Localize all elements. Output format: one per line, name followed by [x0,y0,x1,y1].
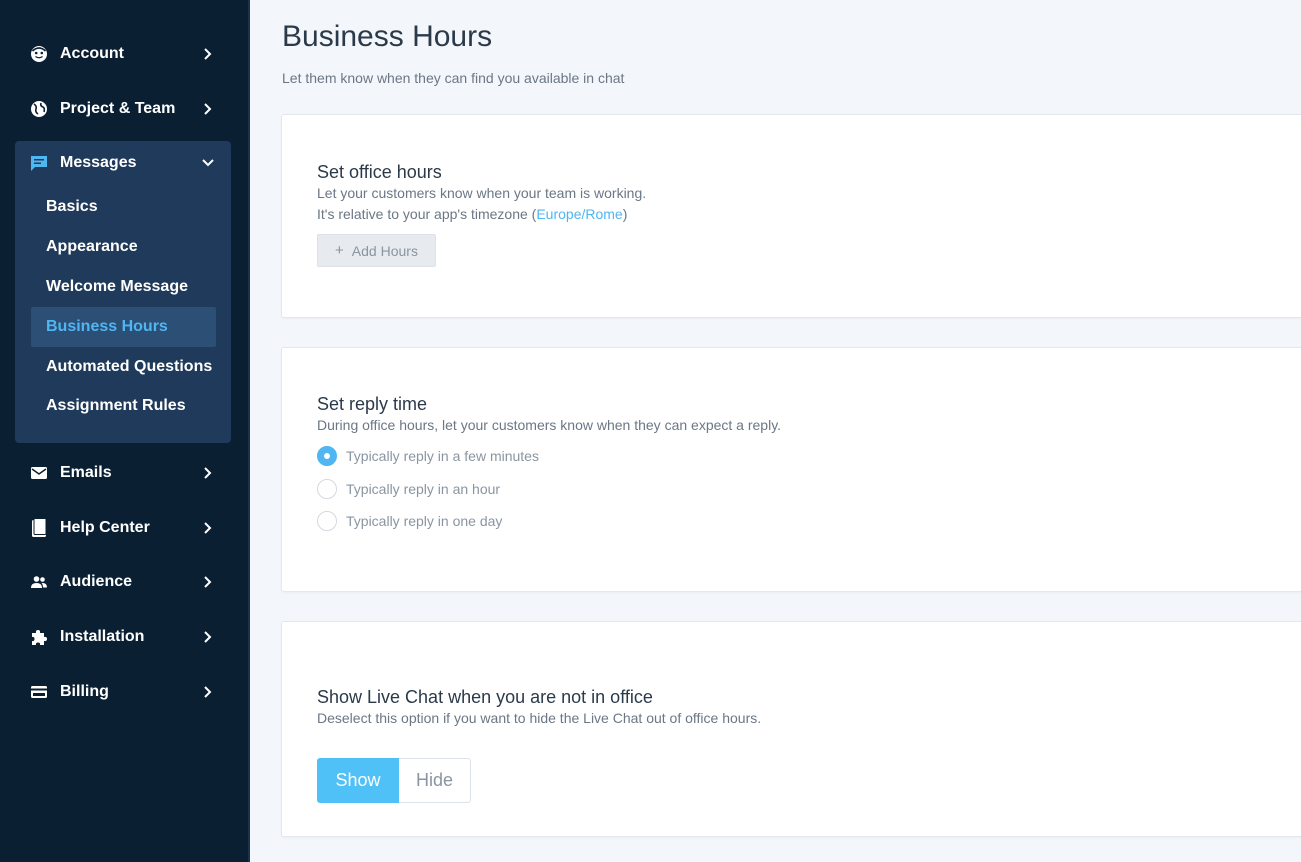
sidebar-subitem-welcome-message[interactable]: Welcome Message [31,267,216,307]
sidebar-item-label: Audience [60,573,133,590]
sidebar-item-account[interactable]: Account [30,40,220,68]
live-chat-card: Show Live Chat when you are not in offic… [281,621,1301,837]
radio-button-checked[interactable] [317,446,337,466]
sidebar-subitem-automated-questions[interactable]: Automated Questions [31,347,216,387]
envelope-icon [30,464,48,482]
reply-option-one-day[interactable]: Typically reply in one day [317,510,502,532]
office-hours-title: Set office hours [317,162,442,182]
plus-icon: + [335,242,344,259]
sidebar-item-help-center[interactable]: Help Center [30,514,220,542]
reply-time-card: Set reply time During office hours, let … [281,347,1301,592]
puzzle-icon [30,628,48,646]
radio-button[interactable] [317,511,337,531]
timezone-suffix: ) [622,206,628,222]
reply-time-title: Set reply time [317,394,428,414]
sidebar-item-label: Emails [60,464,112,481]
sidebar-item-label: Installation [60,628,145,645]
sidebar-item-billing[interactable]: Billing [30,678,220,706]
chevron-right-icon [202,631,214,643]
live-chat-title: Show Live Chat when you are not in offic… [317,687,653,707]
radio-label: Typically reply in a few minutes [346,448,539,464]
sidebar-item-messages[interactable]: Messages [30,149,220,177]
reply-time-description: During office hours, let your customers … [317,417,782,433]
main-content: Business Hours Let them know when they c… [252,0,1301,862]
book-icon [30,518,48,537]
people-icon [30,573,48,591]
reply-option-few-minutes[interactable]: Typically reply in a few minutes [317,445,539,467]
live-chat-description: Deselect this option if you want to hide… [317,710,762,726]
office-hours-description: Let your customers know when your team i… [317,185,647,201]
sidebar: Account Project & Team Messages Basics A… [0,0,250,862]
sidebar-item-label: Help Center [60,519,150,536]
reply-option-an-hour[interactable]: Typically reply in an hour [317,478,500,500]
chevron-right-icon [202,103,214,115]
radio-label: Typically reply in one day [346,513,503,529]
chevron-right-icon [202,48,214,60]
timezone-note: It's relative to your app's timezone (Eu… [317,206,627,222]
timezone-link[interactable]: Europe/Rome [536,206,622,222]
show-button[interactable]: Show [317,758,399,803]
chat-icon [30,154,48,172]
sidebar-subitem-assignment-rules[interactable]: Assignment Rules [31,386,216,426]
add-hours-button[interactable]: + Add Hours [317,234,436,267]
radio-label: Typically reply in an hour [346,481,501,497]
sidebar-item-installation[interactable]: Installation [30,623,220,651]
chevron-right-icon [202,522,214,534]
credit-card-icon [30,683,48,701]
sidebar-item-label: Project & Team [60,100,176,117]
sidebar-item-label: Account [60,45,124,62]
chevron-right-icon [202,576,214,588]
sidebar-item-emails[interactable]: Emails [30,459,220,487]
radio-button[interactable] [317,479,337,499]
sidebar-subitem-appearance[interactable]: Appearance [31,227,216,267]
chevron-right-icon [202,467,214,479]
chevron-right-icon [202,686,214,698]
account-circle-icon [30,45,48,63]
sidebar-item-label: Billing [60,683,109,700]
show-hide-toggle: Show Hide [317,758,471,803]
sidebar-item-project-team[interactable]: Project & Team [30,95,220,123]
timezone-prefix: It's relative to your app's timezone ( [317,206,537,222]
sidebar-item-label: Messages [60,154,137,171]
globe-icon [30,100,48,118]
sidebar-subitem-business-hours[interactable]: Business Hours [31,307,216,347]
sidebar-subitem-basics[interactable]: Basics [31,187,216,227]
page-subtitle: Let them know when they can find you ava… [282,70,625,86]
chevron-down-icon [202,157,214,169]
sidebar-item-audience[interactable]: Audience [30,568,220,596]
add-hours-label: Add Hours [351,242,418,259]
hide-button[interactable]: Hide [399,758,471,803]
page-title: Business Hours [282,20,493,53]
office-hours-card: Set office hours Let your customers know… [281,114,1301,318]
